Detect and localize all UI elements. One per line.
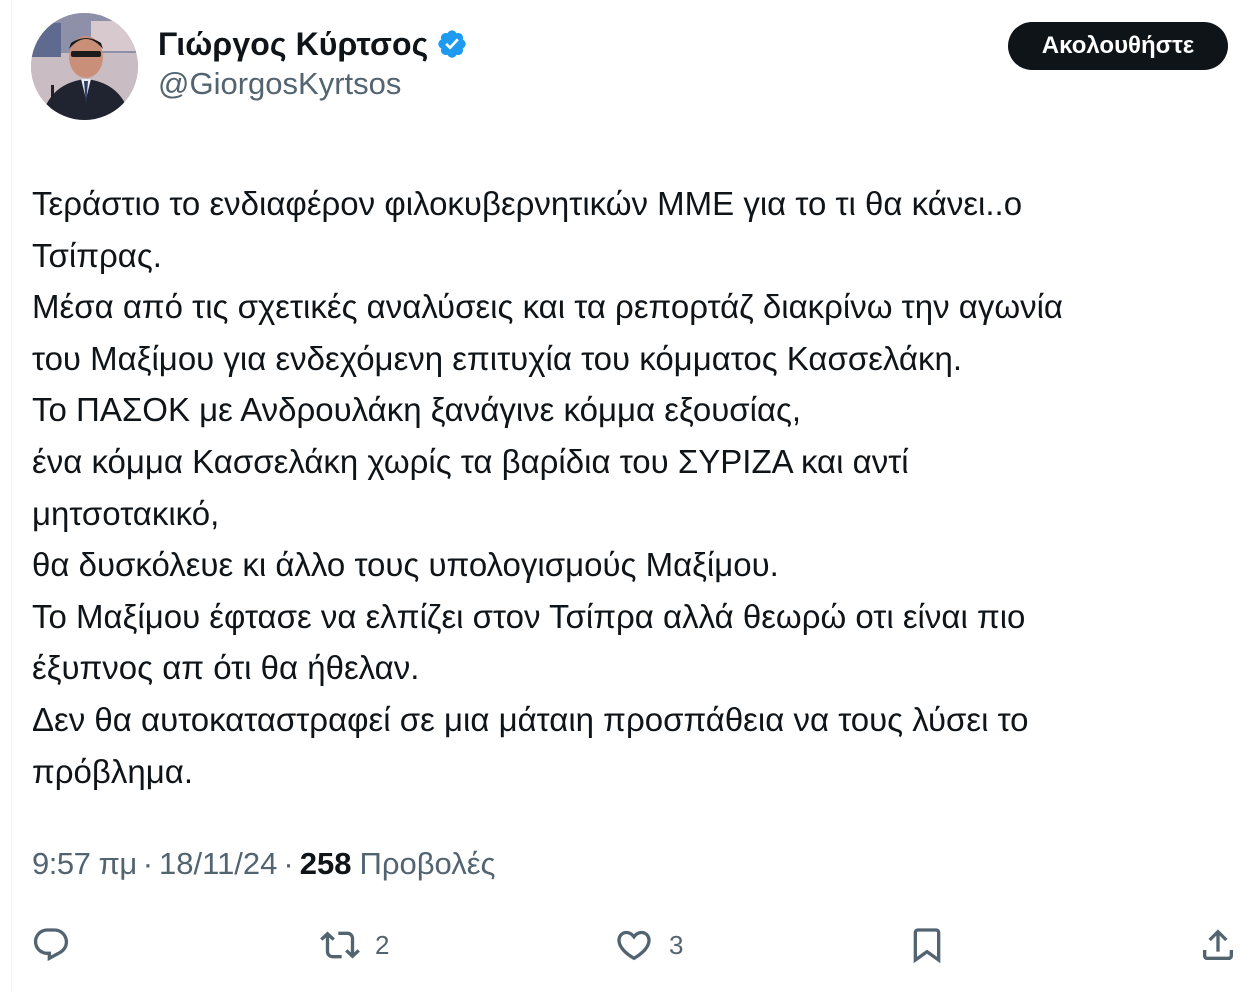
heart-icon (617, 930, 651, 961)
author-handle[interactable]: @GiorgosKyrtsos (158, 66, 401, 102)
bookmark-icon (913, 928, 941, 964)
bookmark-button[interactable] (907, 918, 947, 972)
tweet-meta: 9:57 πμ · 18/11/24 · 258 Προβολές (32, 846, 495, 882)
repost-button[interactable]: 2 (320, 918, 389, 972)
tweet-text-line: Δεν θα αυτοκαταστραφεί σε μια μάταιη προ… (32, 700, 1029, 738)
like-count: 3 (669, 929, 684, 960)
tweet-text-line: Τσίπρας. (32, 236, 162, 274)
avatar[interactable] (31, 13, 138, 120)
avatar-image (31, 13, 138, 120)
tweet-text-line: έξυπνος απ ότι θα ήθελαν. (32, 649, 420, 687)
follow-button[interactable]: Ακολουθήστε (1008, 22, 1228, 70)
share-button[interactable] (1198, 918, 1238, 972)
tweet-text-line: πρόβλημα. (32, 752, 193, 790)
meta-separator: · (283, 846, 294, 881)
verified-badge-icon[interactable] (436, 28, 468, 60)
tweet-text-line: Μέσα από τις σχετικές αναλύσεις και τα ρ… (32, 288, 1063, 326)
reply-icon (33, 928, 69, 962)
tweet-date[interactable]: 18/11/24 (159, 846, 277, 882)
author-display-name[interactable]: Γιώργος Κύρτσος (158, 26, 428, 63)
repost-count: 2 (375, 929, 390, 960)
views-count: 258 (299, 846, 352, 881)
meta-separator: · (142, 846, 154, 881)
tweet-text-line: ένα κόμμα Κασσελάκη χωρίς τα βαρίδια του… (32, 442, 909, 480)
author-name-row: Γιώργος Κύρτσος (158, 22, 468, 66)
tweet-time[interactable]: 9:57 πμ (32, 846, 137, 882)
tweet-text: Τεράστιο το ενδιαφέρον φιλοκυβερνητικών … (32, 178, 1238, 797)
repost-icon (320, 931, 360, 959)
tweet-actions-bar: 2 3 (0, 918, 1243, 972)
like-button[interactable]: 3 (614, 918, 683, 972)
tweet-text-line: θα δυσκόλευε κι άλλο τους υπολογισμούς Μ… (32, 546, 779, 584)
tweet-text-line: Το Μαξίμου έφτασε να ελπίζει στον Τσίπρα… (32, 597, 1026, 635)
views-label: Προβολές (359, 846, 496, 881)
share-icon (1203, 929, 1233, 960)
tweet-text-line: Το ΠΑΣΟΚ με Ανδρουλάκη ξανάγινε κόμμα εξ… (32, 391, 802, 429)
tweet-text-line: Τεράστιο το ενδιαφέρον φιλοκυβερνητικών … (32, 185, 1023, 222)
left-border (11, 0, 12, 993)
reply-button[interactable] (31, 918, 86, 972)
tweet-text-line: μητσοτακικό, (32, 494, 220, 532)
tweet-text-line: του Μαξίμου για ενδεχόμενη επιτυχία του … (32, 339, 963, 377)
